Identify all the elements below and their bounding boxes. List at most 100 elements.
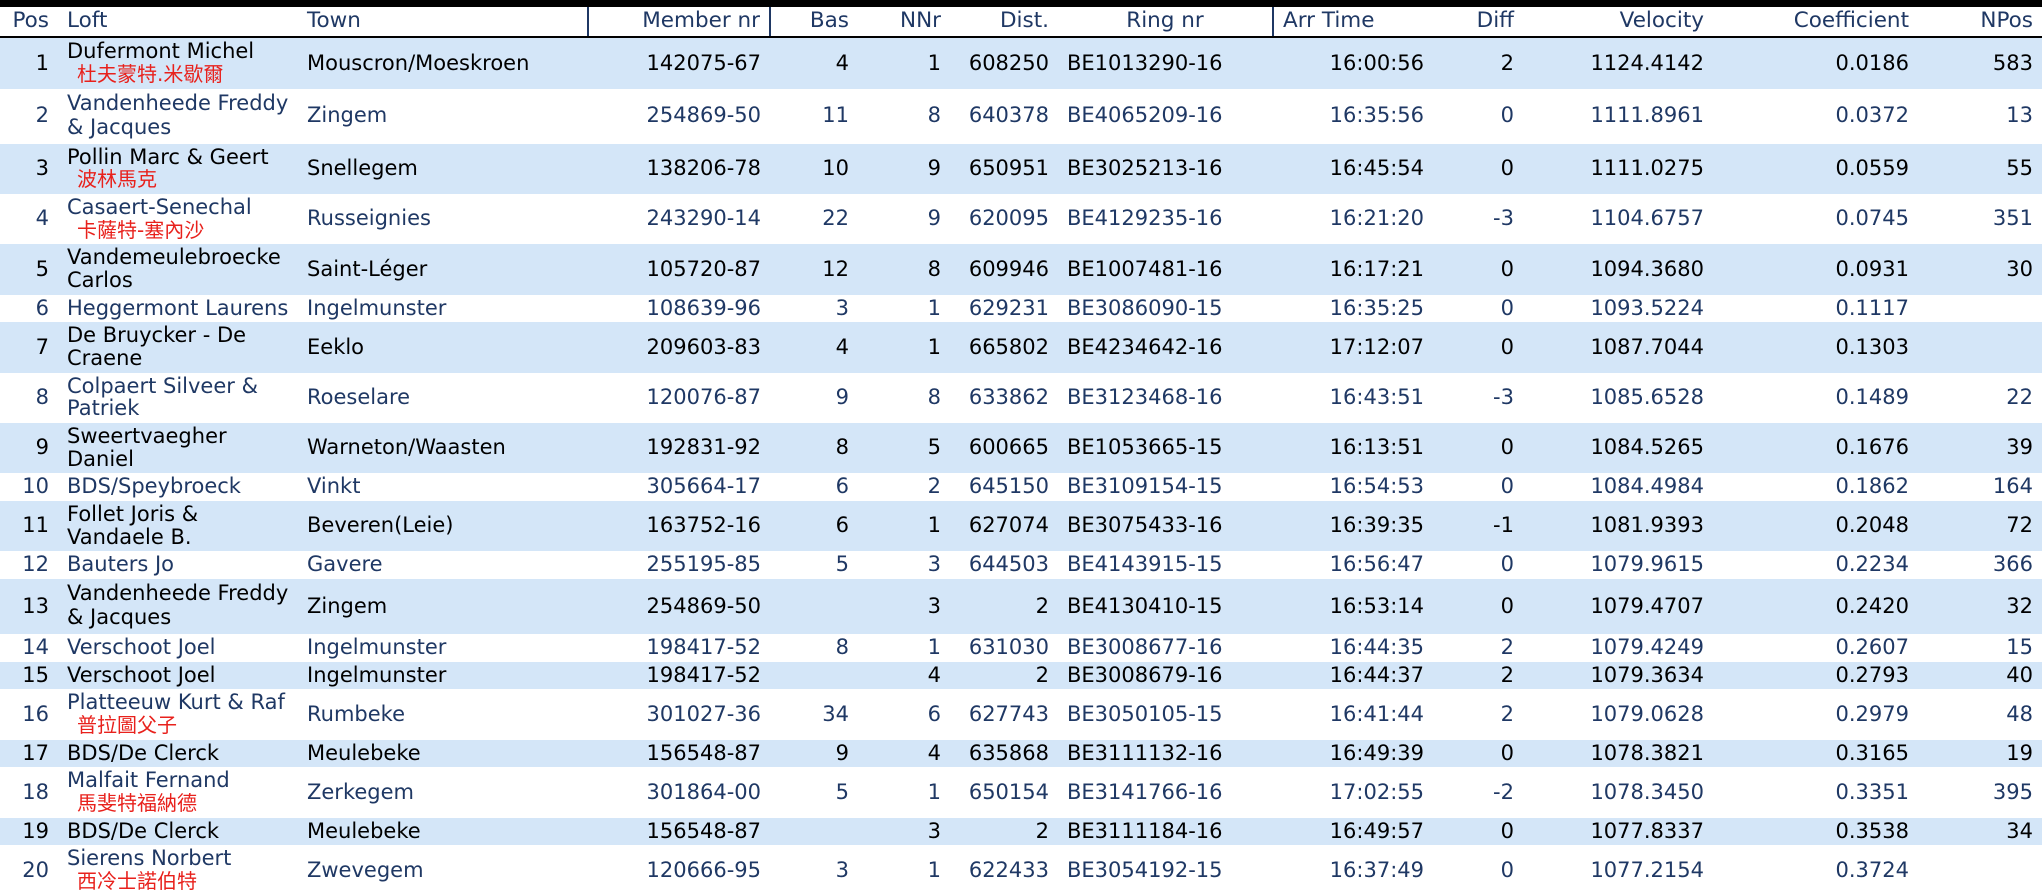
cell-coefficient: 0.3165 bbox=[1713, 739, 1918, 768]
cell-pos: 3 bbox=[0, 143, 58, 194]
cell-arr_time: 16:35:25 bbox=[1273, 294, 1433, 323]
table-row[interactable]: 8 Colpaert Silveer & Patriek Roeselare 1200… bbox=[0, 372, 2042, 423]
table-row[interactable]: 3 Pollin Marc & Geert波林馬克 Snellegem 138206-… bbox=[0, 143, 2042, 194]
loft-name-wrap: Heggermont Laurens bbox=[67, 296, 289, 320]
table-row[interactable]: 5 Vandemeulebroecke Carlos Saint-Léger 1057… bbox=[0, 244, 2042, 295]
loft-chinese-name: 西冷士諾伯特 bbox=[77, 869, 197, 894]
cell-pos: 13 bbox=[0, 578, 58, 634]
column-header-ring-nr[interactable]: Ring nr bbox=[1058, 7, 1273, 39]
cell-dist: 608250 bbox=[950, 37, 1058, 89]
cell-coefficient: 0.0186 bbox=[1713, 37, 1918, 89]
cell-member_nr: 255195-85 bbox=[588, 551, 770, 579]
cell-bas: 9 bbox=[770, 739, 858, 768]
cell-nnr: 3 bbox=[858, 578, 950, 634]
table-row[interactable]: 6 Heggermont Laurens Ingelmunster 108639-96… bbox=[0, 294, 2042, 323]
cell-member_nr: 301864-00 bbox=[588, 767, 770, 818]
cell-velocity: 1124.4142 bbox=[1523, 37, 1713, 89]
cell-velocity: 1078.3821 bbox=[1523, 739, 1713, 768]
cell-velocity: 1084.4984 bbox=[1523, 473, 1713, 501]
cell-nnr: 8 bbox=[858, 244, 950, 295]
table-row[interactable]: 12 Bauters Jo Gavere 255195-85 5 3 644503 BE414… bbox=[0, 551, 2042, 579]
column-header-npos[interactable]: NPos bbox=[1918, 7, 2042, 39]
cell-velocity: 1079.0628 bbox=[1523, 689, 1713, 740]
cell-arr_time: 17:12:07 bbox=[1273, 322, 1433, 373]
loft-chinese-name: 普拉圖父子 bbox=[77, 713, 177, 737]
column-header-pos[interactable]: Pos bbox=[0, 7, 58, 39]
cell-town: Roeselare bbox=[298, 372, 588, 423]
cell-pos: 8 bbox=[0, 372, 58, 423]
table-row[interactable]: 20 Sierens Norbert西冷士諾伯特 Zwevegem 120666-95… bbox=[0, 845, 2042, 896]
table-row[interactable]: 14 Verschoot Joel Ingelmunster 198417-52 8 1 6… bbox=[0, 633, 2042, 662]
cell-dist: 2 bbox=[950, 817, 1058, 846]
cell-diff: 2 bbox=[1433, 37, 1523, 89]
cell-member_nr: 305664-17 bbox=[588, 473, 770, 501]
cell-nnr: 4 bbox=[858, 739, 950, 768]
cell-bas: 3 bbox=[770, 845, 858, 896]
cell-town: Warneton/Waasten bbox=[298, 422, 588, 474]
table-row[interactable]: 18 Malfait Fernand馬斐特福納德 Zerkegem 301864-00… bbox=[0, 767, 2042, 818]
cell-coefficient: 0.1489 bbox=[1713, 372, 1918, 423]
table-row[interactable]: 4 Casaert-Senechal卡薩特-塞內沙 Russeignies 24329… bbox=[0, 193, 2042, 245]
table-row[interactable]: 19 BDS/De Clerck Meulebeke 156548-87 3 2 BE311… bbox=[0, 817, 2042, 846]
cell-velocity: 1111.8961 bbox=[1523, 88, 1713, 144]
column-header-loft[interactable]: Loft bbox=[58, 7, 298, 39]
cell-velocity: 1084.5265 bbox=[1523, 422, 1713, 474]
loft-latin-name: Malfait Fernand bbox=[67, 768, 230, 793]
cell-npos: 19 bbox=[1918, 739, 2042, 768]
table-row[interactable]: 17 BDS/De Clerck Meulebeke 156548-87 9 4 63586… bbox=[0, 739, 2042, 768]
header-label-row: Pos Loft Town Member nr Bas NNr Dist. Ri… bbox=[0, 7, 2042, 39]
column-header-coefficient[interactable]: Coefficient bbox=[1713, 7, 1918, 39]
cell-npos bbox=[1918, 322, 2042, 373]
loft-chinese-name: 波林馬克 bbox=[77, 167, 157, 192]
cell-npos: 48 bbox=[1918, 689, 2042, 740]
cell-loft: BDS/De Clerck bbox=[58, 739, 298, 768]
table-row[interactable]: 10 BDS/Speybroeck Vinkt 305664-17 6 2 645150 BE… bbox=[0, 473, 2042, 501]
loft-latin-name: De Bruycker - De Craene bbox=[67, 323, 247, 370]
cell-arr_time: 16:56:47 bbox=[1273, 551, 1433, 579]
cell-pos: 4 bbox=[0, 193, 58, 245]
cell-diff: -1 bbox=[1433, 500, 1523, 552]
cell-loft: Malfait Fernand馬斐特福納德 bbox=[58, 767, 298, 818]
table-row[interactable]: 15 Verschoot Joel Ingelmunster 198417-52 4 2 B… bbox=[0, 661, 2042, 690]
column-header-diff[interactable]: Diff bbox=[1433, 7, 1523, 39]
table-row[interactable]: 1 Dufermont Michel杜夫蒙特.米歇爾 Mouscron/Moeskr… bbox=[0, 37, 2042, 89]
cell-velocity: 1079.4707 bbox=[1523, 578, 1713, 634]
loft-latin-name: Colpaert Silveer & Patriek bbox=[67, 373, 258, 421]
column-header-town[interactable]: Town bbox=[298, 7, 588, 39]
cell-nnr: 1 bbox=[858, 322, 950, 373]
cell-nnr: 9 bbox=[858, 143, 950, 194]
cell-pos: 14 bbox=[0, 633, 58, 662]
loft-name-wrap: Vandenheede Freddy & Jacques bbox=[67, 91, 289, 139]
table-row[interactable]: 7 De Bruycker - De Craene Eeklo 209603-83 4 1… bbox=[0, 322, 2042, 373]
cell-arr_time: 16:17:21 bbox=[1273, 244, 1433, 295]
cell-dist: 2 bbox=[950, 578, 1058, 634]
column-header-dist[interactable]: Dist. bbox=[950, 7, 1058, 39]
column-header-nnr[interactable]: NNr bbox=[858, 7, 950, 39]
cell-ring_nr: BE3086090-15 bbox=[1058, 294, 1273, 323]
column-header-arr-time[interactable]: Arr Time bbox=[1272, 7, 1433, 39]
table-row[interactable]: 13 Vandenheede Freddy & Jacques Zingem 2548… bbox=[0, 578, 2042, 634]
loft-name-wrap: Colpaert Silveer & Patriek bbox=[67, 373, 289, 421]
cell-npos: 55 bbox=[1918, 143, 2042, 194]
table-row[interactable]: 11 Follet Joris & Vandaele B. Beveren(Leie… bbox=[0, 500, 2042, 552]
cell-diff: 0 bbox=[1433, 817, 1523, 846]
cell-pos: 17 bbox=[0, 739, 58, 768]
loft-name-wrap: Dufermont Michel杜夫蒙特.米歇爾 bbox=[67, 40, 289, 85]
cell-velocity: 1085.6528 bbox=[1523, 372, 1713, 423]
column-header-velocity[interactable]: Velocity bbox=[1523, 7, 1713, 39]
table-row[interactable]: 16 Platteeuw Kurt & Raf普拉圖父子 Rumbeke 301027… bbox=[0, 689, 2042, 740]
column-header-member-nr[interactable]: Member nr bbox=[587, 7, 770, 39]
loft-name-wrap: Casaert-Senechal卡薩特-塞內沙 bbox=[67, 196, 289, 241]
loft-latin-name: Sweertvaegher Daniel bbox=[67, 423, 227, 471]
cell-dist: 640378 bbox=[950, 88, 1058, 144]
cell-coefficient: 0.2979 bbox=[1713, 689, 1918, 740]
cell-loft: Vandemeulebroecke Carlos bbox=[58, 244, 298, 295]
cell-member_nr: 254869-50 bbox=[588, 88, 770, 144]
column-header-bas[interactable]: Bas bbox=[769, 7, 858, 39]
cell-ring_nr: BE3111184-16 bbox=[1058, 817, 1273, 846]
table-row[interactable]: 2 Vandenheede Freddy & Jacques Zingem 25486… bbox=[0, 88, 2042, 144]
loft-name-wrap: Pollin Marc & Geert波林馬克 bbox=[67, 145, 289, 192]
cell-npos bbox=[1918, 294, 2042, 323]
cell-loft: De Bruycker - De Craene bbox=[58, 322, 298, 373]
table-row[interactable]: 9 Sweertvaegher Daniel Warneton/Waasten 192… bbox=[0, 422, 2042, 474]
